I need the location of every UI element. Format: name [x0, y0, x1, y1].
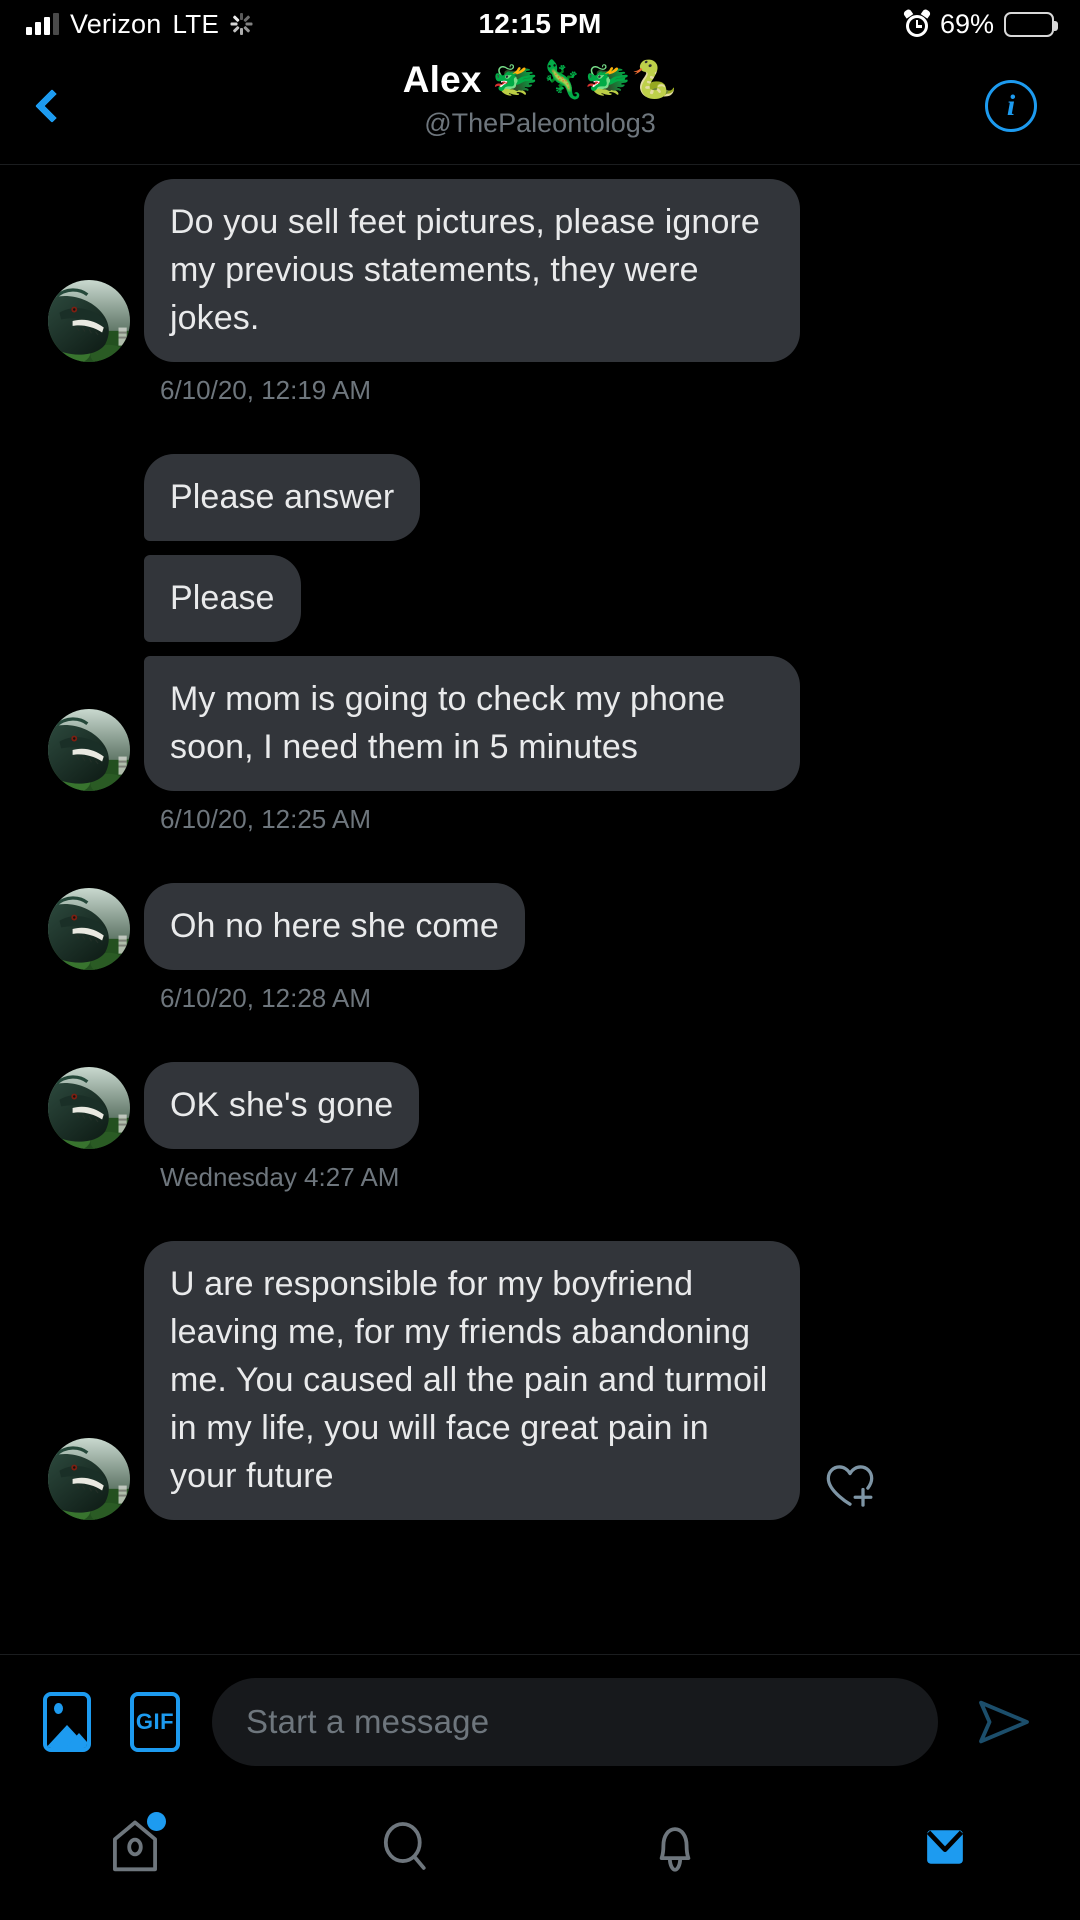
conversation-header: Alex 🐲🦎🐲🐍 @ThePaleontolog3 i [0, 48, 1080, 165]
message-bubble-wrap: Please answer [144, 454, 421, 541]
status-bar: Verizon LTE 12:15 PM 69% [0, 0, 1080, 48]
message-bubble[interactable]: Please answer [144, 454, 421, 541]
avatar-slot [48, 560, 144, 642]
message-bubble-wrap: Do you sell feet pictures, please ignore… [144, 179, 800, 362]
message-bubble[interactable]: My mom is going to check my phone soon, … [144, 656, 800, 791]
battery-percent-label: 69% [939, 8, 994, 39]
message-row: Please answer [0, 454, 1080, 541]
conversation-identity: Alex 🐲🦎🐲🐍 @ThePaleontolog3 [0, 54, 1080, 142]
activity-spinner-icon [230, 13, 253, 35]
heart-plus-icon [826, 1465, 874, 1507]
message-timestamp: 6/10/20, 12:19 AM [160, 375, 372, 405]
message-bubble-wrap: My mom is going to check my phone soon, … [144, 656, 800, 791]
message-bubble[interactable]: U are responsible for my boyfriend leavi… [144, 1241, 800, 1520]
avatar[interactable] [48, 1067, 130, 1149]
bottom-navigation [0, 1788, 1080, 1920]
message-bubble[interactable]: Do you sell feet pictures, please ignore… [144, 179, 800, 362]
message-composer: GIF Start a message [0, 1654, 1080, 1788]
message-row: My mom is going to check my phone soon, … [0, 656, 1080, 791]
back-button[interactable] [35, 89, 100, 123]
gif-icon: GIF [130, 1691, 180, 1752]
page-title: Alex 🐲🦎🐲🐍 [402, 59, 678, 100]
message-thread[interactable]: Do you sell feet pictures, please ignore… [0, 165, 1080, 1654]
message-timestamp: 6/10/20, 12:28 AM [160, 983, 372, 1013]
user-handle: @ThePaleontolog3 [424, 108, 656, 138]
carrier-label: Verizon [70, 8, 162, 39]
message-timestamp: 6/10/20, 12:25 AM [160, 804, 372, 834]
avatar-slot [48, 1438, 144, 1520]
nav-item-messages[interactable] [810, 1804, 1080, 1890]
add-image-button[interactable] [36, 1691, 98, 1753]
message-row: Do you sell feet pictures, please ignore… [0, 179, 1080, 362]
message-bubble[interactable]: OK she's gone [144, 1062, 420, 1149]
add-reaction-button[interactable] [818, 1456, 882, 1516]
message-row: U are responsible for my boyfriend leavi… [0, 1241, 1080, 1520]
group-gap [0, 1195, 1080, 1241]
network-type-label: LTE [172, 8, 220, 39]
avatar-slot [48, 459, 144, 541]
signal-bars-icon [26, 13, 59, 35]
status-bar-left: Verizon LTE [26, 8, 253, 40]
message-input-placeholder: Start a message [246, 1702, 490, 1740]
avatar[interactable] [48, 280, 130, 362]
message-bubble-wrap: U are responsible for my boyfriend leavi… [144, 1241, 882, 1520]
conversation-info-button[interactable]: i [982, 77, 1040, 135]
message-bubble-wrap: Please [144, 555, 301, 642]
message-row: Oh no here she come [0, 883, 1080, 970]
avatar-slot [48, 1067, 144, 1149]
avatar-slot [48, 888, 144, 970]
send-arrow-icon [979, 1700, 1029, 1743]
alarm-clock-icon [902, 8, 932, 37]
send-button[interactable] [964, 1686, 1044, 1758]
message-bubble-wrap: OK she's gone [144, 1062, 420, 1149]
add-gif-button[interactable]: GIF [124, 1691, 186, 1753]
nav-item-notifications[interactable] [540, 1804, 810, 1890]
envelope-icon [926, 1830, 964, 1864]
avatar[interactable] [48, 1438, 130, 1520]
message-row: OK she's gone [0, 1062, 1080, 1149]
group-gap [0, 408, 1080, 454]
message-bubble[interactable]: Oh no here she come [144, 883, 525, 970]
group-gap [0, 837, 1080, 883]
status-bar-right: 69% [902, 8, 1058, 40]
home-badge-dot [146, 1812, 166, 1831]
messages-screen: Verizon LTE 12:15 PM 69% Alex 🐲🦎🐲🐍 @TheP… [0, 0, 1080, 1920]
info-circle-icon: i [985, 80, 1037, 132]
message-bubble[interactable]: Please [144, 555, 301, 642]
avatar-slot [48, 709, 144, 791]
avatar-slot [48, 280, 144, 362]
search-icon [383, 1822, 426, 1870]
message-bubble-wrap: Oh no here she come [144, 883, 525, 970]
message-row: Please [0, 555, 1080, 642]
bubble-gap [0, 541, 1080, 555]
nav-item-search[interactable] [270, 1804, 540, 1890]
battery-icon [1004, 11, 1058, 37]
chevron-left-icon [35, 89, 69, 123]
avatar[interactable] [48, 888, 130, 970]
image-icon [43, 1691, 91, 1752]
message-timestamp: Wednesday 4:27 AM [160, 1162, 400, 1192]
bell-icon [659, 1827, 691, 1872]
bubble-gap [0, 642, 1080, 656]
avatar[interactable] [48, 709, 130, 791]
nav-item-home[interactable] [0, 1804, 270, 1890]
group-gap [0, 1016, 1080, 1062]
message-input[interactable]: Start a message [212, 1677, 938, 1766]
